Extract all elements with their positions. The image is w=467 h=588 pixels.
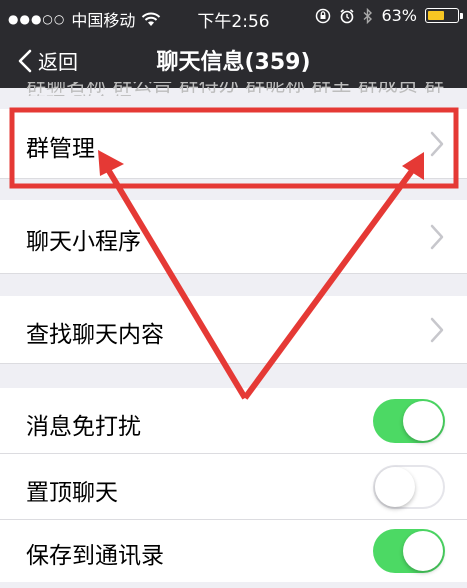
chevron-right-icon xyxy=(430,131,444,157)
toggle-label: 保存到通讯录 xyxy=(26,543,164,569)
battery-percent: 63% xyxy=(381,6,417,25)
page-title: 聊天信息(359) xyxy=(156,50,311,75)
list-item-search-chat[interactable]: 查找聊天内容 xyxy=(0,296,467,364)
chevron-right-icon xyxy=(430,224,444,250)
list-item-label: 聊天小程序 xyxy=(26,229,141,255)
battery-level-fill xyxy=(428,11,445,20)
list-item-label: 查找聊天内容 xyxy=(26,322,164,348)
battery-icon xyxy=(425,8,463,23)
list-item-group-management[interactable]: 群管理 xyxy=(0,109,467,179)
toggle-row-pin: 置顶聊天 xyxy=(0,454,467,520)
chevron-right-icon xyxy=(430,317,444,343)
rotation-lock-icon xyxy=(316,8,331,23)
toggle-label: 置顶聊天 xyxy=(26,480,118,506)
list-item-label: 群管理 xyxy=(26,136,95,162)
bluetooth-icon xyxy=(363,7,373,24)
toggle-row-save-contacts: 保存到通讯录 xyxy=(0,520,467,582)
toggle-label: 消息免打扰 xyxy=(26,414,141,440)
list-item-mini-programs[interactable]: 聊天小程序 xyxy=(0,200,467,274)
pin-chat-toggle[interactable] xyxy=(373,465,445,509)
truncated-text: 群聊名称 群公告 群待办 群昵称 群主 群成员 群管理 群介绍 xyxy=(26,82,445,96)
status-bar: ●●●○○ 中国移动 下午2:56 63% xyxy=(0,0,467,32)
alarm-icon xyxy=(340,8,354,23)
save-to-contacts-toggle[interactable] xyxy=(373,529,445,573)
navigation-bar: 返回 聊天信息(359) xyxy=(0,32,467,88)
mute-toggle[interactable] xyxy=(373,399,445,443)
toggle-row-mute: 消息免打扰 xyxy=(0,388,467,454)
